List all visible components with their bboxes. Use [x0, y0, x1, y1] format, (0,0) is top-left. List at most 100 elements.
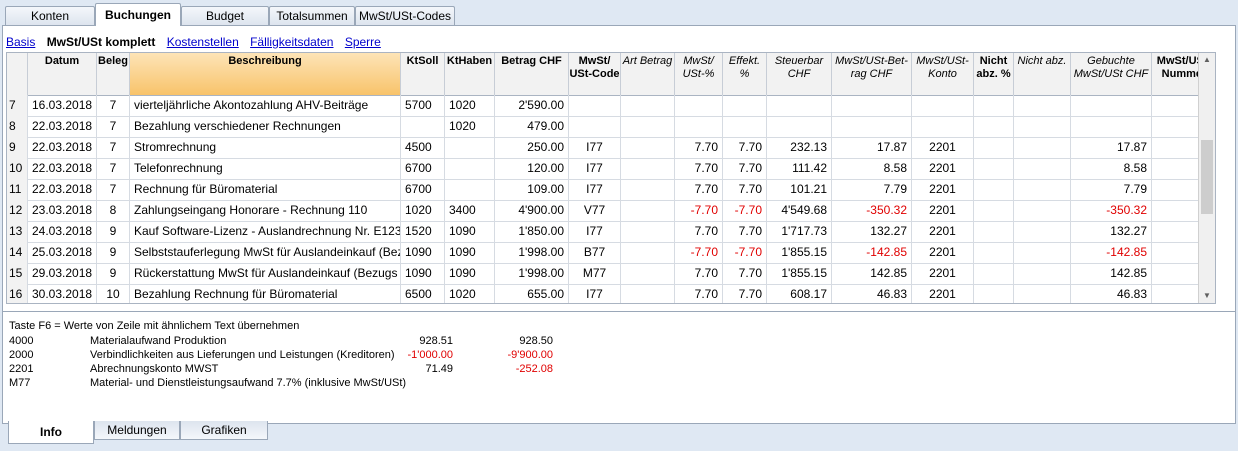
cell-beschreibung[interactable]: Stromrechnung [130, 137, 401, 158]
cell-mwst-konto[interactable]: 2201 [912, 263, 974, 284]
tab-meldungen[interactable]: Meldungen [94, 421, 180, 440]
cell-mwst-betrag[interactable]: -142.85 [832, 242, 912, 263]
table-row[interactable]: 16 30.03.2018 10 Bezahlung Rechnung für Bür… [7, 284, 1215, 303]
header-kthaben[interactable]: KtHaben [445, 53, 495, 95]
header-nicht-abz-pct[interactable]: Nicht abz. % [974, 53, 1014, 95]
cell-ktsoll[interactable]: 5700 [401, 95, 445, 116]
view-sperre[interactable]: Sperre [345, 35, 381, 49]
cell-betrag[interactable]: 120.00 [495, 158, 569, 179]
cell-mwst-code[interactable]: I77 [569, 179, 621, 200]
cell-art-betrag[interactable] [621, 116, 675, 137]
scroll-down-icon[interactable]: ▼ [1199, 289, 1215, 303]
cell-mwst-betrag[interactable]: 142.85 [832, 263, 912, 284]
cell-datum[interactable]: 30.03.2018 [28, 284, 97, 303]
cell-effekt[interactable] [723, 116, 767, 137]
cell-art-betrag[interactable] [621, 158, 675, 179]
view-faelligkeitsdaten[interactable]: Fälligkeitsdaten [250, 35, 333, 49]
cell-gebuchte-mwst[interactable]: 8.58 [1071, 158, 1152, 179]
cell-mwst-konto[interactable] [912, 95, 974, 116]
cell-effekt[interactable]: -7.70 [723, 242, 767, 263]
view-kostenstellen[interactable]: Kostenstellen [167, 35, 239, 49]
header-ktsoll[interactable]: KtSoll [401, 53, 445, 95]
view-mwst-komplett[interactable]: MwSt/USt komplett [47, 35, 156, 49]
cell-mwst-pct[interactable]: -7.70 [675, 200, 723, 221]
cell-kthaben[interactable]: 1020 [445, 284, 495, 303]
cell-beschreibung[interactable]: Rechnung für Büromaterial [130, 179, 401, 200]
header-mwst-pct[interactable]: MwSt/USt-% [675, 53, 723, 95]
tab-budget[interactable]: Budget [181, 6, 269, 25]
cell-nicht-abz[interactable] [1014, 221, 1071, 242]
cell-kthaben[interactable] [445, 158, 495, 179]
table-row[interactable]: 9 22.03.2018 7 Stromrechnung 4500 250.00 I77 7.… [7, 137, 1215, 159]
cell-beschreibung[interactable]: vierteljährliche Akontozahlung AHV-Beitr… [130, 95, 401, 116]
cell-mwst-code[interactable]: I77 [569, 221, 621, 242]
cell-nicht-abz[interactable] [1014, 200, 1071, 221]
cell-effekt[interactable]: 7.70 [723, 284, 767, 303]
cell-mwst-betrag[interactable]: -350.32 [832, 200, 912, 221]
cell-datum[interactable]: 22.03.2018 [28, 179, 97, 200]
cell-kthaben[interactable] [445, 179, 495, 200]
cell-steuerbar[interactable]: 1'855.15 [767, 263, 832, 284]
header-beschreibung[interactable]: Beschreibung [130, 53, 401, 95]
cell-beleg[interactable]: 7 [97, 95, 130, 116]
cell-rownum[interactable]: 9 [7, 137, 28, 158]
table-row[interactable]: 7 16.03.2018 7 vierteljährliche Akontozahlu… [7, 95, 1215, 117]
cell-mwst-pct[interactable]: 7.70 [675, 158, 723, 179]
cell-rownum[interactable]: 11 [7, 179, 28, 200]
cell-betrag[interactable]: 655.00 [495, 284, 569, 303]
cell-nicht-abz-pct[interactable] [974, 95, 1014, 116]
cell-betrag[interactable]: 250.00 [495, 137, 569, 158]
tab-konten[interactable]: Konten [5, 6, 95, 25]
cell-gebuchte-mwst[interactable] [1071, 116, 1152, 137]
cell-mwst-konto[interactable]: 2201 [912, 242, 974, 263]
cell-beschreibung[interactable]: Kauf Software-Lizenz - Auslandrechnung N… [130, 221, 401, 242]
cell-effekt[interactable]: 7.70 [723, 137, 767, 158]
cell-nicht-abz[interactable] [1014, 242, 1071, 263]
cell-gebuchte-mwst[interactable]: -142.85 [1071, 242, 1152, 263]
cell-mwst-betrag[interactable]: 132.27 [832, 221, 912, 242]
cell-art-betrag[interactable] [621, 221, 675, 242]
cell-mwst-betrag[interactable]: 46.83 [832, 284, 912, 303]
cell-nicht-abz-pct[interactable] [974, 116, 1014, 137]
table-row[interactable]: 14 25.03.2018 9 Selbststauferlegung MwSt fü… [7, 242, 1215, 264]
cell-betrag[interactable]: 1'850.00 [495, 221, 569, 242]
cell-mwst-code[interactable]: I77 [569, 284, 621, 303]
tab-info[interactable]: Info [8, 421, 94, 444]
cell-mwst-pct[interactable]: 7.70 [675, 221, 723, 242]
cell-nicht-abz[interactable] [1014, 179, 1071, 200]
cell-beschreibung[interactable]: Selbststauferlegung MwSt für Auslandeink… [130, 242, 401, 263]
cell-kthaben[interactable]: 3400 [445, 200, 495, 221]
cell-art-betrag[interactable] [621, 95, 675, 116]
cell-art-betrag[interactable] [621, 137, 675, 158]
scroll-thumb[interactable] [1201, 140, 1213, 214]
cell-effekt[interactable] [723, 95, 767, 116]
cell-kthaben[interactable] [445, 137, 495, 158]
cell-effekt[interactable]: 7.70 [723, 158, 767, 179]
cell-datum[interactable]: 24.03.2018 [28, 221, 97, 242]
cell-effekt[interactable]: 7.70 [723, 179, 767, 200]
cell-effekt[interactable]: 7.70 [723, 263, 767, 284]
cell-mwst-pct[interactable] [675, 95, 723, 116]
cell-ktsoll[interactable]: 1090 [401, 263, 445, 284]
cell-ktsoll[interactable]: 6500 [401, 284, 445, 303]
cell-beleg[interactable]: 9 [97, 263, 130, 284]
cell-steuerbar[interactable]: 111.42 [767, 158, 832, 179]
table-row[interactable]: 10 22.03.2018 7 Telefonrechnung 6700 120.00 I7… [7, 158, 1215, 180]
cell-beleg[interactable]: 7 [97, 116, 130, 137]
table-row[interactable]: 12 23.03.2018 8 Zahlungseingang Honorare - … [7, 200, 1215, 222]
cell-beleg[interactable]: 7 [97, 158, 130, 179]
header-gebuchte-mwst[interactable]: Gebuchte MwSt/USt CHF [1071, 53, 1152, 95]
cell-effekt[interactable]: 7.70 [723, 221, 767, 242]
cell-betrag[interactable]: 1'998.00 [495, 242, 569, 263]
cell-gebuchte-mwst[interactable]: 46.83 [1071, 284, 1152, 303]
table-row[interactable]: 8 22.03.2018 7 Bezahlung verschiedener Rech… [7, 116, 1215, 138]
cell-steuerbar[interactable]: 1'717.73 [767, 221, 832, 242]
cell-mwst-betrag[interactable]: 17.87 [832, 137, 912, 158]
cell-nicht-abz-pct[interactable] [974, 242, 1014, 263]
table-row[interactable]: 11 22.03.2018 7 Rechnung für Büromaterial 67… [7, 179, 1215, 201]
cell-datum[interactable]: 25.03.2018 [28, 242, 97, 263]
cell-steuerbar[interactable] [767, 95, 832, 116]
cell-datum[interactable]: 22.03.2018 [28, 158, 97, 179]
cell-art-betrag[interactable] [621, 179, 675, 200]
cell-nicht-abz-pct[interactable] [974, 221, 1014, 242]
